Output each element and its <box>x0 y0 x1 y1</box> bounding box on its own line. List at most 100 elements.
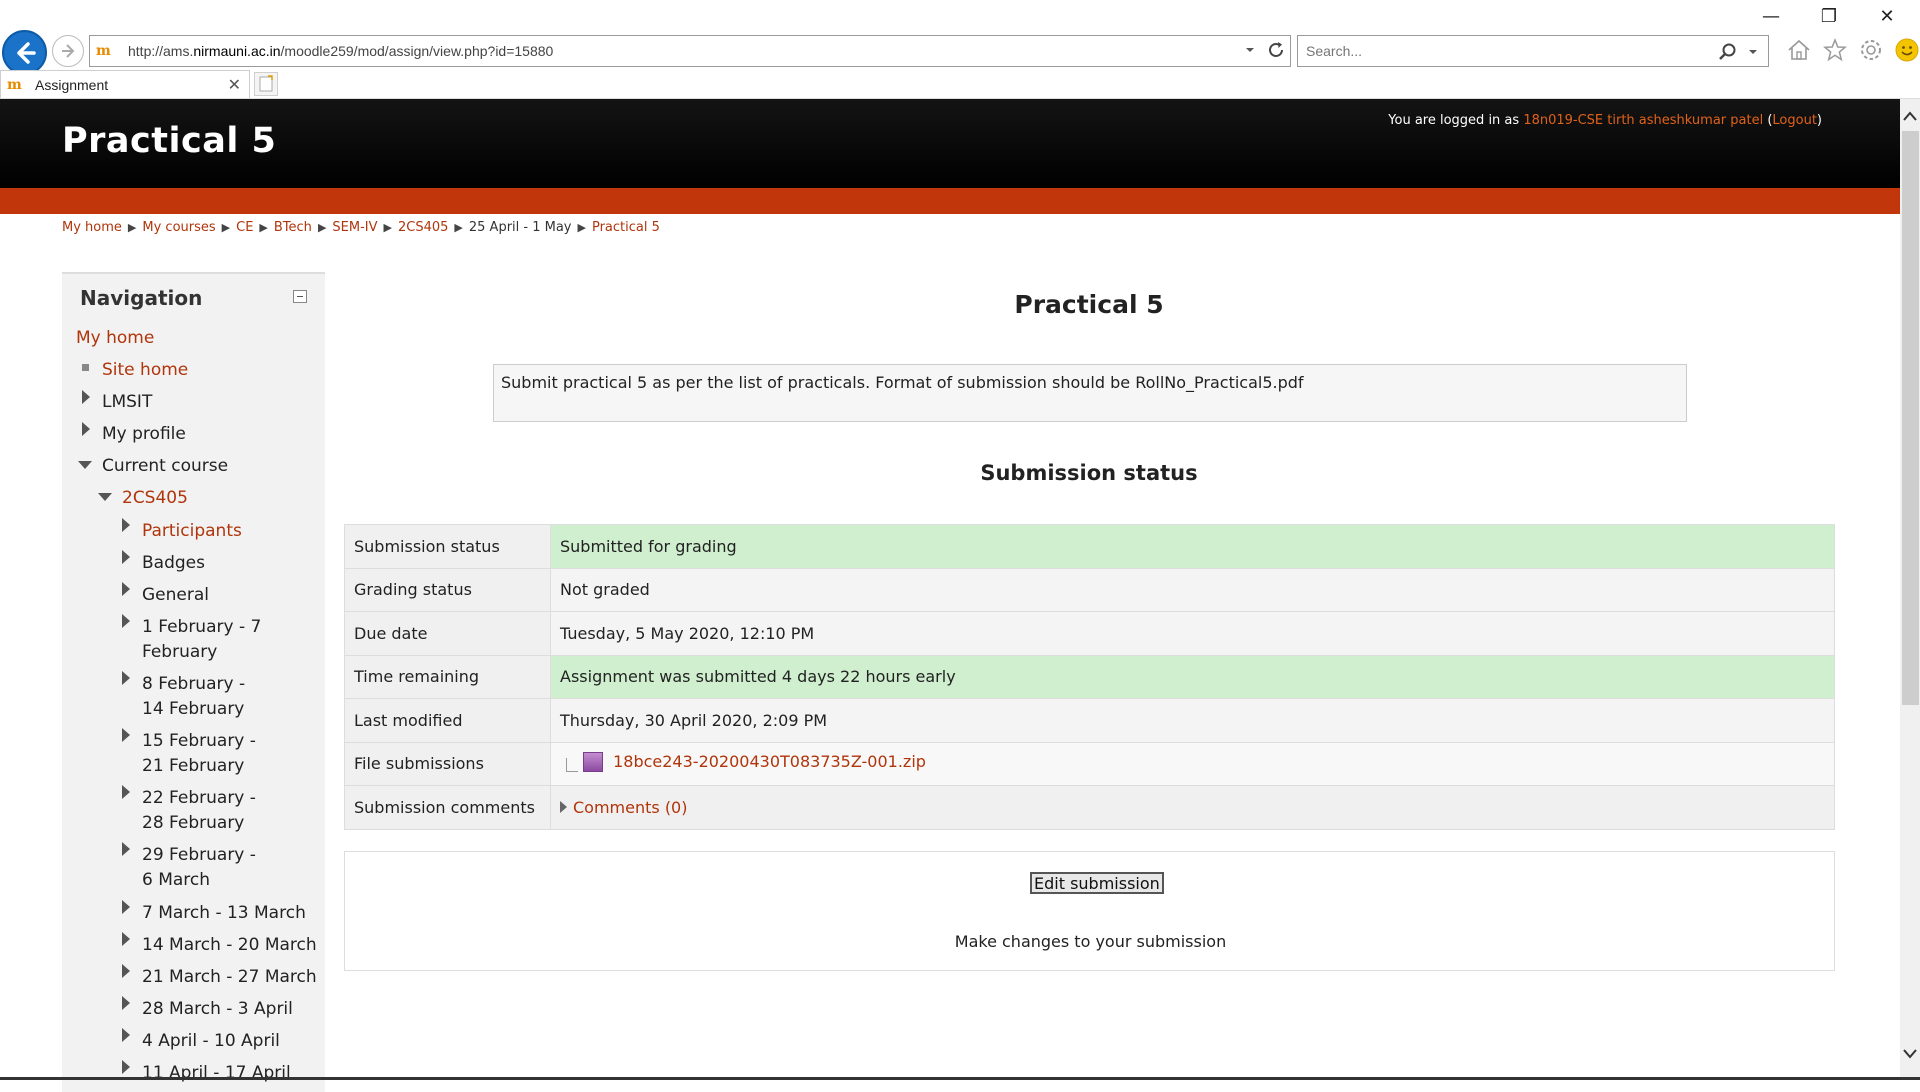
toolbar-icons <box>1785 36 1920 64</box>
browser-tab[interactable]: m Assignment ✕ <box>0 70 250 98</box>
url-domain: nirmauni.ac.in <box>193 43 281 59</box>
row-label: Submission status <box>344 524 551 569</box>
nav-item-week[interactable]: 8 February - 14 February <box>142 672 272 722</box>
nav-item-week[interactable]: 14 March - 20 March <box>142 933 317 958</box>
user-profile-link[interactable]: 18n019-CSE tirth asheshkumar patel <box>1523 113 1763 128</box>
grading-status-value: Not graded <box>550 567 1835 612</box>
tab-favicon-icon: m <box>7 76 22 93</box>
expand-arrow-icon <box>560 801 567 813</box>
row-label: File submissions <box>344 741 551 786</box>
forward-button[interactable] <box>52 35 84 67</box>
nav-item-week[interactable]: 28 March - 3 April <box>142 997 293 1022</box>
nav-item-week[interactable]: 11 April - 17 April <box>142 1061 291 1086</box>
expand-arrow-icon[interactable] <box>122 1060 130 1074</box>
search-dropdown-icon[interactable] <box>1748 47 1758 57</box>
smiley-feedback-icon[interactable] <box>1893 36 1920 64</box>
close-window-icon[interactable]: ✕ <box>1858 6 1916 27</box>
due-date-value: Tuesday, 5 May 2020, 12:10 PM <box>550 611 1835 656</box>
expand-arrow-icon[interactable] <box>82 422 90 436</box>
expand-arrow-icon[interactable] <box>122 932 130 946</box>
breadcrumb-ce[interactable]: CE <box>236 220 253 235</box>
logout-link[interactable]: Logout <box>1772 113 1817 128</box>
breadcrumb-my-home[interactable]: My home <box>62 220 122 235</box>
expand-arrow-icon[interactable] <box>122 671 130 685</box>
scroll-down-icon[interactable] <box>1903 1049 1917 1059</box>
scroll-thumb[interactable] <box>1902 131 1919 705</box>
nav-item-badges[interactable]: Badges <box>142 551 205 576</box>
nav-item-current-course[interactable]: Current course <box>102 454 228 479</box>
restore-icon[interactable]: ❐ <box>1800 6 1858 27</box>
nav-item-general[interactable]: General <box>142 583 209 608</box>
row-label: Last modified <box>344 698 551 743</box>
expand-arrow-icon[interactable] <box>122 728 130 742</box>
back-button[interactable] <box>2 30 47 75</box>
breadcrumb-current[interactable]: Practical 5 <box>592 220 660 235</box>
breadcrumb-section: 25 April - 1 May <box>468 220 572 235</box>
nav-item-my-home[interactable]: My home <box>76 326 154 351</box>
breadcrumb-my-courses[interactable]: My courses <box>142 220 215 235</box>
search-icon[interactable] <box>1718 42 1738 62</box>
dropdown-arrow-icon[interactable] <box>1244 44 1256 56</box>
breadcrumb-btech[interactable]: BTech <box>274 220 312 235</box>
navigation-title: Navigation <box>80 286 203 310</box>
breadcrumb-separator-icon: ▶ <box>127 221 137 234</box>
row-label: Due date <box>344 611 551 656</box>
page-scrollbar[interactable] <box>1900 99 1920 1080</box>
time-remaining-value: Assignment was submitted 4 days 22 hours… <box>550 654 1835 699</box>
new-tab-icon <box>259 75 273 92</box>
back-arrow-icon <box>16 41 36 64</box>
edit-submission-button[interactable]: Edit submission <box>1030 872 1164 894</box>
url-path: /moodle259/mod/assign/view.php?id=15880 <box>280 43 554 59</box>
home-icon[interactable] <box>1785 36 1813 64</box>
comments-toggle[interactable]: Comments (0) <box>560 798 687 817</box>
nav-item-site-home[interactable]: Site home <box>102 358 188 383</box>
expand-arrow-icon[interactable] <box>122 996 130 1010</box>
browser-search-input[interactable] <box>1306 43 1686 59</box>
expand-arrow-icon[interactable] <box>122 1028 130 1042</box>
favorites-star-icon[interactable] <box>1821 36 1849 64</box>
nav-item-lmsit[interactable]: LMSIT <box>102 390 152 415</box>
collapse-block-icon[interactable] <box>293 290 307 303</box>
expand-arrow-icon[interactable] <box>122 842 130 856</box>
expand-arrow-icon[interactable] <box>122 614 130 628</box>
browser-search-bar[interactable] <box>1297 35 1769 67</box>
tab-close-icon[interactable]: ✕ <box>228 75 241 94</box>
nav-item-week[interactable]: 29 February - 6 March <box>142 843 272 893</box>
expand-arrow-icon[interactable] <box>122 964 130 978</box>
expand-arrow-icon[interactable] <box>122 900 130 914</box>
nav-item-my-profile[interactable]: My profile <box>102 422 186 447</box>
expand-arrow-icon[interactable] <box>122 785 130 799</box>
submitted-file-link[interactable]: 18bce243-20200430T083735Z-001.zip <box>583 751 926 772</box>
nav-item-week[interactable]: 22 February - 28 February <box>142 786 272 836</box>
expand-arrow-icon[interactable] <box>122 582 130 596</box>
submission-status-value: Submitted for grading <box>550 524 1835 569</box>
nav-item-participants[interactable]: Participants <box>142 519 242 544</box>
refresh-icon[interactable] <box>1266 40 1286 60</box>
nav-item-course[interactable]: 2CS405 <box>122 486 188 511</box>
paren-close: ) <box>1816 113 1822 128</box>
collapse-arrow-icon[interactable] <box>98 493 112 501</box>
nav-item-week[interactable]: 4 April - 10 April <box>142 1029 280 1054</box>
url-text[interactable]: http://ams.nirmauni.ac.in/moodle259/mod/… <box>128 43 553 59</box>
bullet-icon <box>82 364 89 371</box>
nav-item-week[interactable]: 15 February - 21 February <box>142 729 272 779</box>
breadcrumb-separator-icon: ▶ <box>259 221 268 234</box>
expand-arrow-icon[interactable] <box>122 550 130 564</box>
tree-connector-icon <box>566 757 578 772</box>
breadcrumb-sem-iv[interactable]: SEM-IV <box>332 220 377 235</box>
collapse-arrow-icon[interactable] <box>78 461 92 469</box>
scroll-up-icon[interactable] <box>1903 111 1917 121</box>
breadcrumb-course[interactable]: 2CS405 <box>398 220 448 235</box>
table-row: Submission status Submitted for grading <box>344 524 1835 569</box>
breadcrumb-separator-icon: ▶ <box>454 221 463 234</box>
expand-arrow-icon[interactable] <box>122 518 130 532</box>
nav-item-week[interactable]: 1 February - 7 February <box>142 615 272 665</box>
address-bar[interactable]: m http://ams.nirmauni.ac.in/moodle259/mo… <box>89 35 1291 67</box>
nav-item-week[interactable]: 21 March - 27 March <box>142 965 317 990</box>
header-accent-bar <box>0 188 1900 214</box>
new-tab-button[interactable] <box>254 72 278 96</box>
nav-item-week[interactable]: 7 March - 13 March <box>142 901 306 926</box>
expand-arrow-icon[interactable] <box>82 390 90 404</box>
settings-gear-icon[interactable] <box>1857 36 1885 64</box>
minimize-icon[interactable]: — <box>1742 6 1800 27</box>
